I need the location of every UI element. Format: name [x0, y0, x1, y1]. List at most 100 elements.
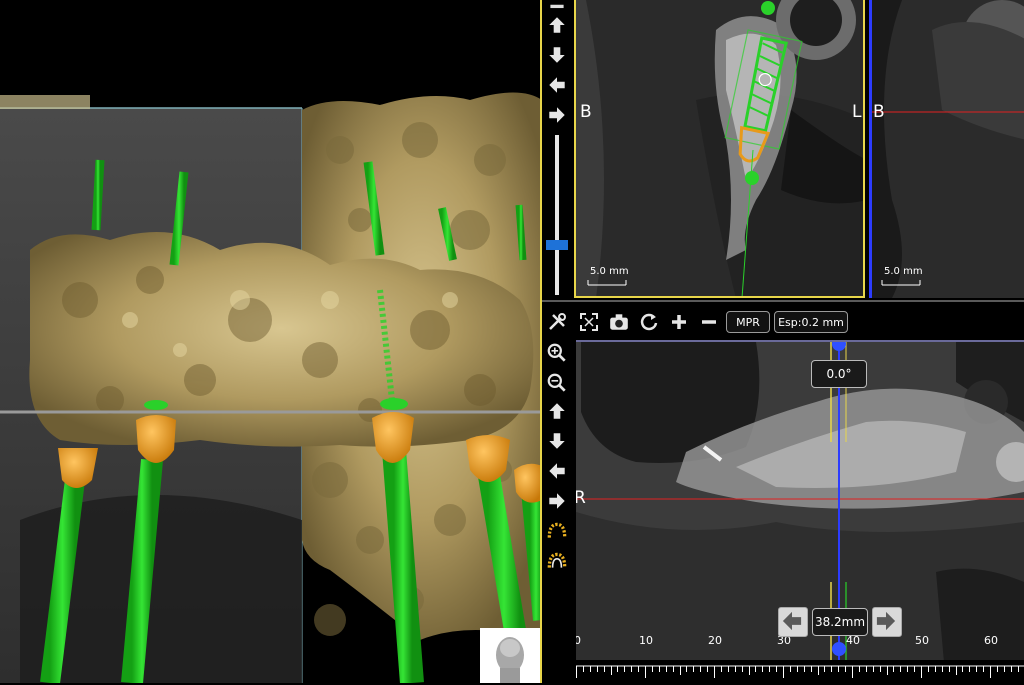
arrow-right-button[interactable] — [544, 488, 570, 514]
ruler-tick — [796, 666, 798, 672]
orientation-letter-right: L — [852, 102, 862, 122]
ruler-tick — [789, 666, 791, 672]
ruler-tick — [679, 666, 681, 675]
ruler-tick — [693, 666, 695, 672]
ruler-tick — [783, 666, 784, 678]
3d-render-canvas — [0, 92, 542, 683]
ruler-tick — [665, 666, 667, 672]
slice-slider-thumb[interactable] — [546, 240, 568, 250]
ruler-tick — [941, 666, 943, 672]
ruler-tick — [638, 666, 640, 672]
arrow-left-button[interactable] — [544, 458, 570, 484]
distance-readout: 38.2mm — [812, 608, 868, 636]
ruler-tick — [658, 666, 660, 672]
zoom-in-icon[interactable] — [544, 340, 570, 366]
ruler-tick — [596, 666, 598, 672]
ruler-tick — [582, 666, 584, 672]
ruler-tick — [651, 666, 653, 672]
ruler-tick — [1003, 666, 1005, 672]
ruler-tick — [576, 666, 577, 678]
ruler-label: 10 — [639, 634, 653, 647]
ruler-tick — [748, 666, 750, 675]
ruler-tick — [686, 666, 688, 672]
ruler-tick — [803, 666, 805, 672]
arrow-down-button[interactable] — [544, 428, 570, 454]
ruler-tick — [707, 666, 709, 672]
ruler-tick — [741, 666, 743, 672]
orientation-letter-left: B — [580, 102, 592, 122]
move-left-button[interactable] — [778, 607, 808, 637]
panoramic-tool-column — [542, 340, 574, 683]
distance-ruler — [576, 664, 1024, 685]
ruler-tick — [858, 666, 860, 672]
section-tool-column — [542, 0, 572, 300]
ruler-tick — [617, 666, 619, 672]
ruler-tick — [962, 666, 964, 672]
cross-section-view[interactable]: B L 5.0 mm — [574, 0, 865, 298]
angle-readout[interactable]: 0.0° — [811, 360, 867, 388]
lower-arch-icon[interactable] — [544, 548, 570, 574]
ruler-tick — [948, 666, 950, 672]
panoramic-toolbar: MPR Esp:0.2 mm — [542, 304, 1024, 340]
scale-label: 5.0 mm — [884, 266, 923, 277]
handle-icon[interactable] — [761, 1, 775, 15]
ruler-tick — [921, 666, 922, 678]
ruler-label: 0 — [576, 634, 581, 647]
ruler-tick — [955, 666, 957, 675]
ruler-tick — [610, 666, 612, 675]
arrow-up-button[interactable] — [544, 12, 570, 38]
ruler-label: 20 — [708, 634, 722, 647]
3d-render-view[interactable] — [0, 0, 542, 683]
ruler-tick — [879, 666, 881, 672]
ruler-tick — [831, 666, 833, 672]
arrow-left-button[interactable] — [544, 72, 570, 98]
ruler-tick — [762, 666, 764, 672]
axial-section-view[interactable]: B 5.0 mm — [869, 0, 1024, 298]
ruler-tick — [624, 666, 626, 672]
tools-icon[interactable] — [544, 309, 570, 335]
implant-post — [91, 159, 105, 231]
camera-icon[interactable] — [606, 309, 632, 335]
ruler-tick — [776, 666, 778, 672]
upper-arch-icon[interactable] — [544, 518, 570, 544]
ruler-label: 60 — [984, 634, 998, 647]
view-divider — [542, 300, 1024, 302]
ruler-tick — [1010, 666, 1012, 672]
head-orientation-icon — [496, 637, 524, 683]
panoramic-view[interactable]: 0102030405060 R S 0.0° 38.2mm — [576, 340, 1024, 685]
move-right-button[interactable] — [872, 607, 902, 637]
ruler-tick — [672, 666, 674, 672]
slice-slider-track[interactable] — [555, 135, 559, 295]
ruler-tick — [996, 666, 998, 672]
ruler-tick — [727, 666, 729, 672]
ruler-tick — [969, 666, 971, 672]
slice-thickness-field[interactable]: Esp:0.2 mm — [774, 311, 848, 333]
ruler-tick — [845, 666, 847, 672]
ruler-tick — [907, 666, 909, 672]
ruler-tick — [824, 666, 826, 672]
arrow-right-button[interactable] — [544, 102, 570, 128]
ruler-tick — [589, 666, 591, 672]
ruler-tick — [976, 666, 978, 672]
ruler-tick — [914, 666, 916, 672]
arrow-down-button[interactable] — [544, 42, 570, 68]
ruler-tick — [1017, 666, 1019, 672]
zoom-out-icon[interactable] — [544, 370, 570, 396]
ruler-tick — [927, 666, 929, 672]
fit-view-icon[interactable] — [576, 309, 602, 335]
ruler-tick — [838, 666, 840, 672]
ruler-tick — [865, 666, 867, 672]
ruler-tick — [886, 666, 888, 675]
zoom-minus-icon[interactable] — [696, 309, 722, 335]
ruler-tick — [769, 666, 771, 672]
ruler-tick — [720, 666, 722, 672]
arrow-up-button[interactable] — [544, 398, 570, 424]
axial-section-image — [872, 0, 1024, 298]
handle-icon[interactable] — [745, 171, 759, 185]
cross-section-image — [576, 0, 863, 296]
ruler-tick — [755, 666, 757, 672]
ruler-label: 50 — [915, 634, 929, 647]
zoom-plus-icon[interactable] — [666, 309, 692, 335]
mpr-button[interactable]: MPR — [726, 311, 770, 333]
reset-rotation-icon[interactable] — [636, 309, 662, 335]
